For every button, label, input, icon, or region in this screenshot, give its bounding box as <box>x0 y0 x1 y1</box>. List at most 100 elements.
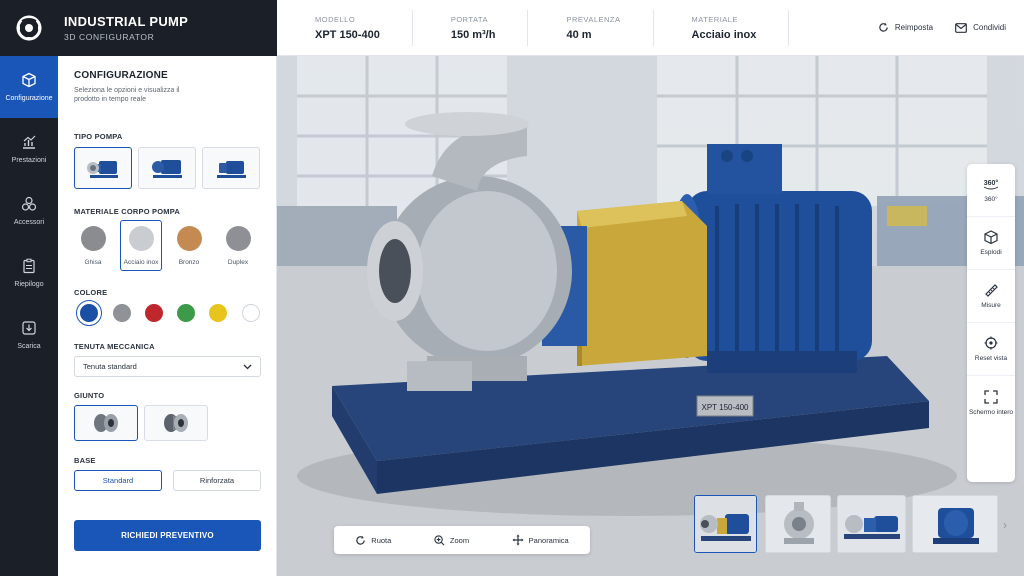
seal-select-value: Tenuta standard <box>83 362 137 371</box>
color-label: COLORE <box>74 288 108 297</box>
pump-type-label: TIPO POMPA <box>74 132 123 141</box>
spec-label: PREVALENZA <box>566 14 621 24</box>
fullscreen-icon <box>984 389 998 404</box>
coupling-thumbnail-icon <box>164 414 188 432</box>
app-subtitle: 3D CONFIGURATOR <box>64 32 155 42</box>
color-swatch-blue[interactable] <box>80 304 98 322</box>
zoom-button[interactable]: Zoom <box>434 534 469 546</box>
gallery-thumbnail-2[interactable] <box>765 495 831 553</box>
rail-label: Accessori <box>13 219 45 226</box>
material-option-duplex[interactable]: Duplex <box>217 226 259 266</box>
material-label: Bronzo <box>178 259 200 266</box>
pump-type-option-3[interactable] <box>202 147 260 189</box>
pump-view-thumbnail <box>913 496 997 552</box>
configuration-panel: CONFIGURAZIONE Seleziona le opzioni e vi… <box>58 56 277 576</box>
coupling-guard <box>577 201 707 366</box>
panel-description: Seleziona le opzioni e visualizza il pro… <box>74 87 180 103</box>
spec-value: 40 m <box>566 28 592 41</box>
material-swatch <box>176 226 202 251</box>
coupling-option-2[interactable] <box>144 405 208 441</box>
rail-item-configurazione[interactable]: Configurazione <box>0 56 58 118</box>
clipboard-icon <box>23 258 35 274</box>
share-button[interactable]: Condividi <box>955 22 1006 33</box>
body-material-label: MATERIALE CORPO POMPA <box>74 207 181 216</box>
color-swatch-white[interactable] <box>242 304 260 322</box>
material-option-bronzo[interactable]: Bronzo <box>168 226 210 266</box>
pump-view-thumbnail <box>695 496 756 552</box>
zoom-icon <box>434 534 445 545</box>
rotate-360-icon: 360° <box>983 179 999 190</box>
rotate-button[interactable]: Ruota <box>355 535 391 546</box>
seal-select[interactable]: Tenuta standard <box>74 356 261 377</box>
material-swatch <box>128 226 154 251</box>
share-label: Condividi <box>973 23 1006 32</box>
color-swatch-yellow[interactable] <box>209 304 227 322</box>
gallery-thumbnail-1[interactable] <box>694 495 757 553</box>
app-title: INDUSTRIAL PUMP <box>64 14 189 29</box>
spec-model: MODELLO XPT 150-400 <box>277 9 413 46</box>
gallery-thumbnail-4[interactable] <box>912 495 998 553</box>
gallery-next-icon[interactable]: › <box>1003 518 1007 532</box>
base-option-standard[interactable]: Standard <box>74 470 162 491</box>
request-quote-button[interactable]: RICHIEDI PREVENTIVO <box>74 520 261 551</box>
pump-nameplate-text: XPT 150-400 <box>702 403 750 412</box>
spec-label: MODELLO <box>315 14 356 24</box>
svg-text:360°: 360° <box>984 179 999 187</box>
coupling-option-1[interactable] <box>74 405 138 441</box>
tool-label: Esplodi <box>980 249 1002 256</box>
color-swatch-grey[interactable] <box>113 304 131 322</box>
material-swatch <box>225 226 251 251</box>
top-actions: Reimposta Condividi <box>856 22 1024 33</box>
reset-button[interactable]: Reimposta <box>878 22 933 33</box>
pump-type-option-1[interactable] <box>74 147 132 189</box>
left-nav-rail: Configurazione Prestazioni Accessori Rie… <box>0 56 58 576</box>
view-controls-bar: Ruota Zoom Panoramica <box>334 526 590 554</box>
coupling-thumbnail-icon <box>94 414 118 432</box>
target-icon <box>984 336 998 350</box>
fullscreen-button[interactable]: Schermo intero <box>967 376 1015 429</box>
base-label: BASE <box>74 456 96 465</box>
material-option-ghisa[interactable]: Ghisa <box>72 226 114 266</box>
rail-item-riepilogo[interactable]: Riepilogo <box>0 242 58 304</box>
reset-label: Reimposta <box>894 23 934 32</box>
gallery-thumbnail-3[interactable] <box>837 495 906 553</box>
explode-button[interactable]: Esplodi <box>967 217 1015 270</box>
spec-flow: PORTATA 150 m³/h <box>413 9 529 46</box>
material-option-acciaio-inox[interactable]: Acciaio inox <box>120 220 162 271</box>
pump-view-thumbnail <box>838 496 905 552</box>
rotate-icon <box>356 535 366 545</box>
rail-item-prestazioni[interactable]: Prestazioni <box>0 118 58 180</box>
brand-header: INDUSTRIAL PUMP 3D CONFIGURATOR <box>0 0 277 56</box>
pump-thumbnail-icon <box>217 161 246 178</box>
pan-button[interactable]: Panoramica <box>512 534 569 546</box>
color-swatch-red[interactable] <box>145 304 163 322</box>
rail-label: Configurazione <box>5 95 53 102</box>
tool-label: Schermo intero <box>968 408 1014 416</box>
base-option-rinforzata[interactable]: Rinforzata <box>173 470 261 491</box>
measure-button[interactable]: Misure <box>967 270 1015 323</box>
pan-icon <box>512 534 524 546</box>
seal-label: TENUTA MECCANICA <box>74 342 155 351</box>
refresh-icon <box>879 22 888 32</box>
explode-cube-icon <box>984 230 998 244</box>
components-icon <box>21 196 37 211</box>
pump-type-option-2[interactable] <box>138 147 196 189</box>
rail-label: Prestazioni <box>11 157 47 164</box>
material-label: Ghisa <box>84 259 102 266</box>
3d-viewport[interactable]: XPT 150-400 360° 360° Esplodi Misure Res… <box>277 56 1024 576</box>
tool-label: Reset vista <box>974 355 1008 362</box>
view-control-label: Panoramica <box>528 535 569 545</box>
rail-label: Riepilogo <box>14 281 44 288</box>
chart-icon <box>23 135 36 149</box>
color-swatch-green[interactable] <box>177 304 195 322</box>
chevron-down-icon <box>243 364 252 370</box>
spec-bar: MODELLO XPT 150-400 PORTATA 150 m³/h PRE… <box>277 0 1024 56</box>
pump-thumbnail-icon <box>87 161 118 178</box>
rail-item-scarica[interactable]: Scarica <box>0 304 58 366</box>
reset-view-button[interactable]: Reset vista <box>967 323 1015 376</box>
rotate-360-button[interactable]: 360° 360° <box>967 164 1015 217</box>
rail-item-accessori[interactable]: Accessori <box>0 180 58 242</box>
ruler-icon <box>985 284 998 297</box>
spec-label: MATERIALE <box>691 14 738 24</box>
material-label: Acciaio inox <box>123 259 159 266</box>
